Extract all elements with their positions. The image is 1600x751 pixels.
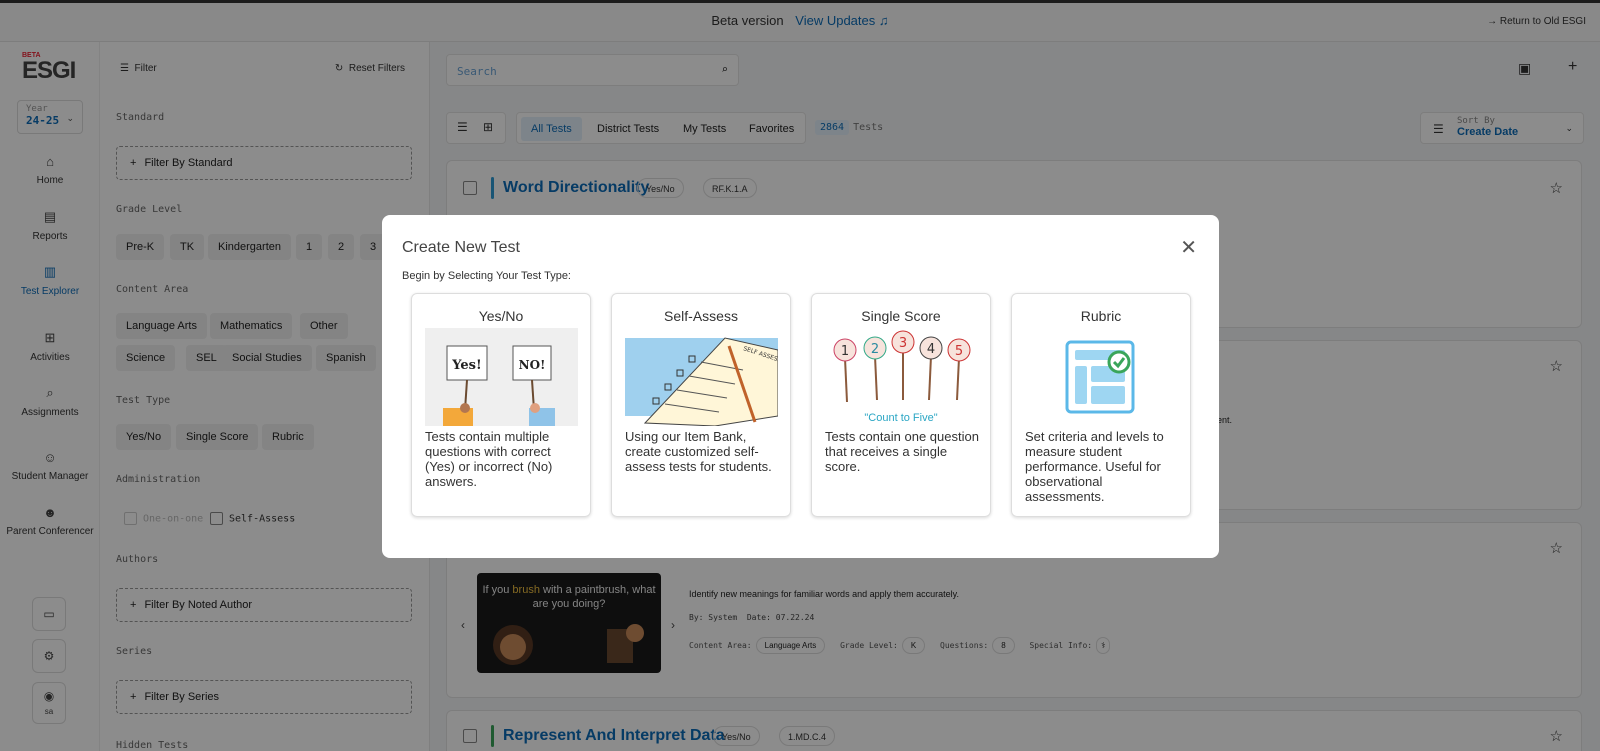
type-title: Self-Assess xyxy=(664,308,738,324)
yes-no-illustration: Yes! NO! xyxy=(425,328,578,426)
rubric-icon xyxy=(1065,340,1135,414)
score-number: 2 xyxy=(871,342,879,357)
modal-subtitle: Begin by Selecting Your Test Type: xyxy=(402,270,571,282)
test-type-rubric[interactable]: Rubric Set criteria and levels to measur… xyxy=(1011,293,1191,517)
score-number: 5 xyxy=(955,344,963,359)
score-number: 1 xyxy=(841,344,849,359)
type-description: Using our Item Bank, create customized s… xyxy=(625,429,772,474)
type-description: Set criteria and levels to measure stude… xyxy=(1025,429,1164,504)
test-type-single-score[interactable]: Single Score 1 2 3 4 5 "Count to Five" T… xyxy=(811,293,991,517)
score-number: 3 xyxy=(899,336,907,351)
single-score-illustration: 1 2 3 4 5 "Count to Five" xyxy=(825,328,978,426)
type-title: Single Score xyxy=(861,308,941,324)
count-caption: "Count to Five" xyxy=(864,412,937,424)
modal-title: Create New Test xyxy=(402,239,520,256)
type-title: Rubric xyxy=(1080,308,1122,324)
self-assess-illustration: SELF ASSESSMENT xyxy=(625,328,778,426)
no-sign-text: NO! xyxy=(519,358,546,372)
test-type-yes-no[interactable]: Yes/No Yes! NO! Tests contain multiple q… xyxy=(411,293,591,517)
type-title: Yes/No xyxy=(478,308,524,324)
type-description: Tests contain multiple questions with co… xyxy=(425,429,553,489)
score-number: 4 xyxy=(927,342,935,357)
test-type-self-assess[interactable]: Self-Assess SELF ASSESSMENT Using our It… xyxy=(611,293,791,517)
close-icon[interactable]: ✕ xyxy=(1180,235,1197,260)
type-description: Tests contain one question that receives… xyxy=(825,429,979,474)
yes-sign-text: Yes! xyxy=(451,358,481,373)
create-test-modal: Create New Test ✕ Begin by Selecting You… xyxy=(382,215,1219,558)
